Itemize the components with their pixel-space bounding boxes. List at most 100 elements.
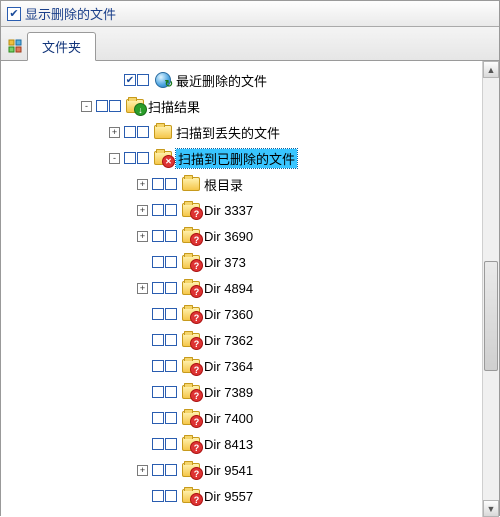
tree-row[interactable]: Dir 8413 [7,431,499,457]
expand-toggle[interactable]: + [137,465,148,476]
scroll-thumb[interactable] [484,261,498,371]
row-checkbox-secondary[interactable] [165,230,177,242]
row-label[interactable]: Dir 3690 [204,229,253,244]
row-label[interactable]: Dir 8413 [204,437,253,452]
row-checkbox-include[interactable] [152,178,164,190]
tab-strip: 文件夹 [1,27,499,61]
folder-unknown-icon [182,331,200,349]
row-checkbox-include[interactable] [152,334,164,346]
tree-row[interactable]: - 扫描到已删除的文件 [7,145,499,171]
row-checkbox-include[interactable] [124,126,136,138]
row-checkbox-include[interactable] [152,230,164,242]
row-checkbox-include[interactable] [152,412,164,424]
indent [7,288,137,289]
folder-unknown-icon [182,409,200,427]
row-label[interactable]: Dir 7360 [204,307,253,322]
indent [7,132,109,133]
row-label[interactable]: Dir 4894 [204,281,253,296]
checkbox-pair [152,438,178,450]
row-checkbox-include[interactable] [152,464,164,476]
tree-row[interactable]: + Dir 9541 [7,457,499,483]
folder-deleted-icon [154,149,172,167]
tree-row[interactable]: 最近删除的文件 [7,67,499,93]
tree-row[interactable]: + 扫描到丢失的文件 [7,119,499,145]
row-checkbox-secondary[interactable] [137,152,149,164]
row-checkbox-secondary[interactable] [165,334,177,346]
row-checkbox-secondary[interactable] [165,282,177,294]
row-label[interactable]: Dir 373 [204,255,246,270]
row-label[interactable]: Dir 7364 [204,359,253,374]
checkbox-pair [96,100,122,112]
tree-row[interactable]: Dir 9557 [7,483,499,509]
collapse-toggle[interactable]: - [109,153,120,164]
row-checkbox-include[interactable] [152,438,164,450]
row-checkbox-include[interactable] [152,360,164,372]
row-checkbox-secondary[interactable] [137,126,149,138]
indent [7,418,137,419]
toggle-spacer [109,75,120,86]
expand-toggle[interactable]: + [109,127,120,138]
row-checkbox-include[interactable] [124,74,136,86]
row-checkbox-include[interactable] [96,100,108,112]
row-label[interactable]: 扫描到丢失的文件 [176,123,280,142]
row-checkbox-secondary[interactable] [109,100,121,112]
scroll-down-button[interactable]: ▼ [483,500,499,517]
collapse-toggle[interactable]: - [81,101,92,112]
tree-row[interactable]: Dir 7400 [7,405,499,431]
tree-row[interactable]: Dir 373 [7,249,499,275]
toggle-spacer [137,309,148,320]
row-checkbox-secondary[interactable] [165,204,177,216]
tree-row[interactable]: Dir 7360 [7,301,499,327]
tab-folders[interactable]: 文件夹 [27,32,96,61]
tree-row[interactable]: Dir 7364 [7,353,499,379]
row-label[interactable]: Dir 7362 [204,333,253,348]
tree-row[interactable]: + 根目录 [7,171,499,197]
row-label[interactable]: 根目录 [204,175,243,194]
row-label[interactable]: Dir 9557 [204,489,253,504]
row-label[interactable]: 扫描到已删除的文件 [176,149,297,168]
expand-toggle[interactable]: + [137,283,148,294]
expand-toggle[interactable]: + [137,179,148,190]
row-checkbox-secondary[interactable] [137,74,149,86]
scroll-up-button[interactable]: ▲ [483,61,499,78]
toggle-spacer [137,335,148,346]
row-label[interactable]: Dir 9541 [204,463,253,478]
expand-toggle[interactable]: + [137,231,148,242]
row-checkbox-include[interactable] [152,282,164,294]
row-label[interactable]: Dir 7400 [204,411,253,426]
row-checkbox-secondary[interactable] [165,438,177,450]
show-deleted-checkbox[interactable] [7,7,21,21]
scrollbar[interactable]: ▲ ▼ [482,61,499,517]
row-checkbox-secondary[interactable] [165,386,177,398]
row-checkbox-include[interactable] [124,152,136,164]
row-checkbox-secondary[interactable] [165,178,177,190]
indent [7,184,137,185]
row-label[interactable]: Dir 7389 [204,385,253,400]
checkbox-pair [152,256,178,268]
row-checkbox-secondary[interactable] [165,256,177,268]
row-checkbox-include[interactable] [152,386,164,398]
tree-row[interactable]: + Dir 3690 [7,223,499,249]
tree-row[interactable]: Dir 7362 [7,327,499,353]
row-label[interactable]: 最近删除的文件 [176,71,267,90]
tree-row[interactable]: Dir 7389 [7,379,499,405]
tree-row[interactable]: - 扫描结果 [7,93,499,119]
checkbox-pair [152,178,178,190]
row-checkbox-include[interactable] [152,204,164,216]
row-checkbox-secondary[interactable] [165,464,177,476]
folder-unknown-icon [182,435,200,453]
folder-unknown-icon [182,461,200,479]
row-label[interactable]: Dir 3337 [204,203,253,218]
row-label[interactable]: 扫描结果 [148,97,200,116]
tree-row[interactable]: + Dir 4894 [7,275,499,301]
expand-toggle[interactable]: + [137,205,148,216]
row-checkbox-include[interactable] [152,490,164,502]
row-checkbox-include[interactable] [152,308,164,320]
tree-row[interactable]: + Dir 3337 [7,197,499,223]
row-checkbox-secondary[interactable] [165,360,177,372]
row-checkbox-secondary[interactable] [165,412,177,424]
row-checkbox-secondary[interactable] [165,490,177,502]
row-checkbox-secondary[interactable] [165,308,177,320]
checkbox-pair [152,204,178,216]
row-checkbox-include[interactable] [152,256,164,268]
